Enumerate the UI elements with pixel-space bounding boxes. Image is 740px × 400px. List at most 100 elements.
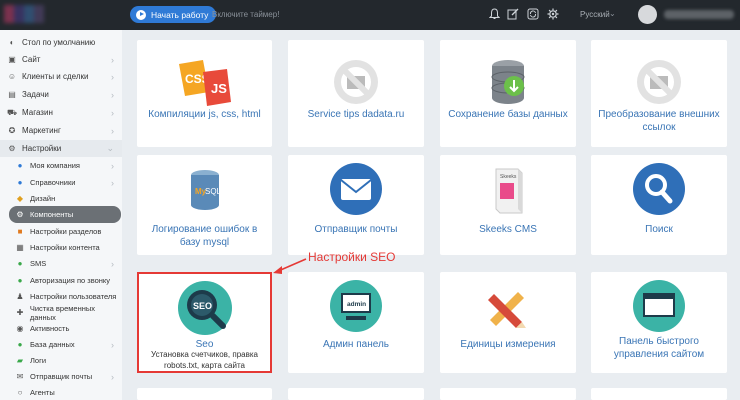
chevron-right-icon: › xyxy=(111,160,114,171)
card-dadata[interactable]: Service tips dadata.ru xyxy=(288,40,424,147)
chevron-right-icon: › xyxy=(111,107,114,118)
sidebar-item-user-settings[interactable]: ♟ Настройки пользователя xyxy=(0,288,122,305)
card-label: Панель быстрого управления сайтом xyxy=(613,336,705,360)
content-icon: ▦ xyxy=(16,243,24,252)
sidebar-item-label: Чистка временных данных xyxy=(29,303,96,322)
sidebar-item-label: Стол по умолчанию xyxy=(22,38,96,47)
sidebar-item-tasks[interactable]: ▤ Задачи › xyxy=(0,86,122,103)
card-label: Сохранение базы данных xyxy=(448,109,568,120)
sidebar-item-settings[interactable]: ⚙ Настройки ⌄ xyxy=(0,140,122,157)
svg-text:Skeeks: Skeeks xyxy=(500,174,517,180)
card-partial[interactable] xyxy=(137,388,272,400)
sidebar-item-dashboard[interactable]: ◐ Стол по умолчанию xyxy=(0,34,122,51)
sidebar-item-my-company[interactable]: ● Моя компания › xyxy=(0,157,122,174)
timer-link[interactable]: Включите таймер! xyxy=(212,10,279,19)
sidebar-item-directories[interactable]: ● Справочники › xyxy=(0,174,122,191)
sidebar-item-label: Задачи xyxy=(22,90,49,99)
sidebar-item-clients[interactable]: ☺ Клиенты и сделки › xyxy=(0,68,122,85)
sidebar-item-content-settings[interactable]: ▦ Настройки контента xyxy=(0,239,122,256)
card-label: Админ панель xyxy=(322,339,390,350)
sidebar-item-logs[interactable]: ▰ Логи xyxy=(0,352,122,369)
card-admin-panel[interactable]: admin Админ панель xyxy=(288,272,424,373)
card-search[interactable]: Поиск xyxy=(591,155,727,255)
card-partial[interactable] xyxy=(440,388,576,400)
card-label: Поиск xyxy=(645,224,673,235)
user-name[interactable] xyxy=(664,10,734,19)
sidebar-item-label: Агенты xyxy=(30,388,55,397)
sidebar-item-label: Компоненты xyxy=(30,210,74,219)
chevron-right-icon: › xyxy=(111,371,114,382)
sections-icon: ■ xyxy=(17,227,23,236)
agents-icon: ○ xyxy=(17,388,23,397)
sidebar-item-mail-sender[interactable]: ✉ Отправщик почты › xyxy=(0,368,122,385)
sidebar-item-label: База данных xyxy=(30,340,75,349)
site-icon: ▣ xyxy=(8,55,16,64)
sidebar-item-database[interactable]: ● База данных › xyxy=(0,336,122,353)
mail-icon: ✉ xyxy=(16,372,24,381)
sidebar-item-activity[interactable]: ◉ Активность xyxy=(0,320,122,337)
bell-icon[interactable] xyxy=(488,8,500,20)
chevron-right-icon: › xyxy=(111,54,114,65)
search-icon xyxy=(627,159,691,223)
no-image-icon xyxy=(627,52,691,116)
svg-text:admin: admin xyxy=(347,301,366,308)
start-work-label: Начать работу xyxy=(151,9,209,20)
language-select[interactable]: Русский xyxy=(580,10,610,19)
no-image-icon xyxy=(324,52,388,116)
card-partial[interactable] xyxy=(288,388,424,400)
svg-text:SQL: SQL xyxy=(205,187,222,196)
sidebar-item-label: Магазин xyxy=(22,108,53,117)
tasks-icon: ▤ xyxy=(8,90,16,99)
design-icon: ◆ xyxy=(16,194,24,203)
chevron-right-icon: › xyxy=(111,177,114,188)
shop-icon: ⛟ xyxy=(6,107,18,117)
card-mysql-log[interactable]: My SQL Логирование ошибок в базу mysql xyxy=(137,155,272,255)
card-label: Единицы измерения xyxy=(460,339,556,350)
sidebar-item-label: Настройки xyxy=(22,144,62,153)
card-label: Отправщик почты xyxy=(314,224,398,235)
logo[interactable] xyxy=(4,5,44,23)
avatar[interactable] xyxy=(638,5,657,24)
card-external-links[interactable]: Преобразование внешних ссылок xyxy=(591,40,727,147)
card-db-backup[interactable]: Сохранение базы данных xyxy=(440,40,576,147)
gear-icon[interactable] xyxy=(547,8,559,20)
sidebar: ◐ Стол по умолчанию ▣ Сайт › ☺ Клиенты и сде… xyxy=(0,30,122,400)
sidebar-item-label: SMS xyxy=(30,259,47,268)
sidebar-item-design[interactable]: ◆ Дизайн xyxy=(0,190,122,207)
sidebar-item-section-settings[interactable]: ■ Настройки разделов xyxy=(0,223,122,240)
chevron-down-icon[interactable]: ⌄ xyxy=(609,9,616,18)
card-mail-sender[interactable]: Отправщик почты xyxy=(288,155,424,255)
card-units[interactable]: Единицы измерения xyxy=(440,272,576,373)
chevron-right-icon: › xyxy=(111,71,114,82)
sidebar-item-agents[interactable]: ○ Агенты xyxy=(0,384,122,400)
sidebar-item-call-auth[interactable]: ● Авторизация по звонку xyxy=(0,272,122,289)
edit-icon[interactable] xyxy=(507,8,519,20)
card-label: Логирование ошибок в базу mysql xyxy=(151,224,258,248)
sidebar-item-shop[interactable]: ⛟ Магазин › xyxy=(0,104,122,121)
card-partial[interactable] xyxy=(591,388,727,400)
play-icon xyxy=(136,9,146,20)
envelope-icon xyxy=(324,159,388,223)
chevron-right-icon: › xyxy=(111,258,114,269)
sidebar-item-label: Клиенты и сделки xyxy=(22,72,89,81)
chevron-right-icon: › xyxy=(111,89,114,100)
refresh-icon[interactable] xyxy=(527,8,539,20)
sidebar-item-sms[interactable]: ● SMS › xyxy=(0,255,122,272)
sidebar-item-cleanup[interactable]: ✚ Чистка временных данных xyxy=(0,303,122,322)
card-skeeks-cms[interactable]: Skeeks Skeeks CMS xyxy=(440,155,576,255)
sidebar-item-marketing[interactable]: ✪ Маркетинг › xyxy=(0,122,122,139)
chevron-right-icon: › xyxy=(111,339,114,350)
sidebar-item-site[interactable]: ▣ Сайт › xyxy=(0,51,122,68)
chevron-right-icon: › xyxy=(111,125,114,136)
start-work-button[interactable]: Начать работу xyxy=(130,6,217,23)
clean-icon: ✚ xyxy=(16,308,24,317)
panel-window-icon xyxy=(627,276,691,340)
card-compile[interactable]: CSS JS Компиляции js, css, html xyxy=(137,40,272,147)
card-label: Компиляции js, css, html xyxy=(148,109,261,120)
info-icon: ● xyxy=(17,178,23,187)
sms-icon: ● xyxy=(17,259,23,268)
seo-highlight-frame xyxy=(137,272,272,373)
annotation-label: Настройки SEO xyxy=(308,250,396,264)
sidebar-item-components[interactable]: ⚙ Компоненты xyxy=(9,206,121,223)
card-quick-panel[interactable]: Панель быстрого управления сайтом xyxy=(591,272,727,373)
